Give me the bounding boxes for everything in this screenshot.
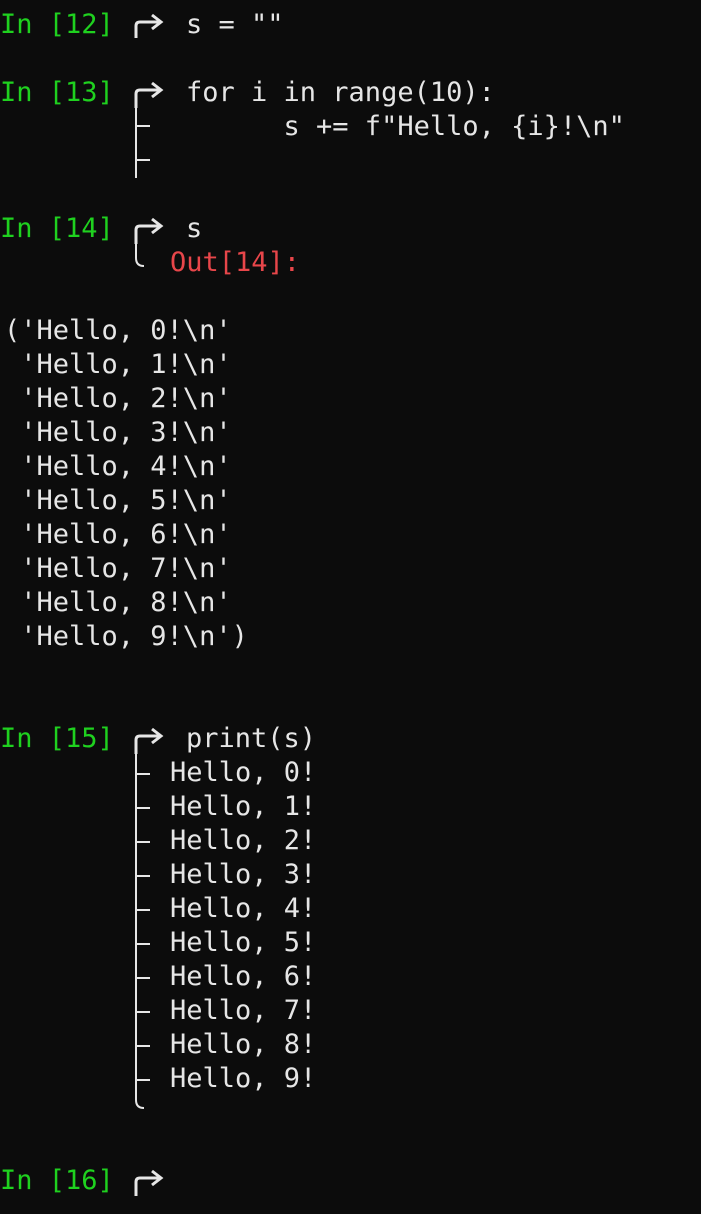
code-line[interactable]: s = "" [186,8,284,42]
ipython-terminal[interactable]: In [12] s = "" In [13] for i in range(10… [0,0,701,1214]
in-prompt-14: In [14] [0,213,114,244]
stdout-line: Hello, 3! [170,859,317,890]
arrow-right-curved-icon [134,217,164,244]
stdout-line: Hello, 0! [170,757,317,788]
arrow-right-curved-icon [134,81,164,108]
in-prompt-16: In [16] [0,1165,114,1196]
output-line: 'Hello, 3!\n' [4,417,232,448]
stdout-line: Hello, 8! [170,1029,317,1060]
output-line: ('Hello, 0!\n' [4,315,232,346]
arrow-right-curved-icon [134,13,164,38]
stdout-line: Hello, 7! [170,995,317,1026]
output-line: 'Hello, 6!\n' [4,519,232,550]
stdout-line: Hello, 6! [170,961,317,992]
tree-branch-icon [135,244,145,267]
output-line: 'Hello, 9!\n') [4,621,248,652]
in-prompt-13: In [13] [0,77,114,108]
output-line: 'Hello, 2!\n' [4,383,232,414]
stdout-line: Hello, 9! [170,1063,317,1094]
stdout-line: Hello, 1! [170,791,317,822]
code-input-line[interactable] [186,1164,666,1198]
arrow-right-curved-icon [134,1169,164,1196]
arrow-right-curved-icon [134,727,164,754]
code-line[interactable]: for i in range(10): [186,76,495,110]
output-line: 'Hello, 5!\n' [4,485,232,516]
output-line: 'Hello, 1!\n' [4,349,232,380]
tree-branch-icon [135,106,150,178]
output-line: 'Hello, 7!\n' [4,553,232,584]
in-prompt-12: In [12] [0,9,114,40]
code-line[interactable]: print(s) [186,722,316,756]
output-line: 'Hello, 8!\n' [4,587,232,618]
code-line[interactable]: s += f"Hello, {i}!\n" [186,110,625,144]
tree-branch-icon [135,752,150,1109]
out-prompt-14: Out[14]: [170,247,301,278]
output-line: 'Hello, 4!\n' [4,451,232,482]
stdout-line: Hello, 5! [170,927,317,958]
in-prompt-15: In [15] [0,723,114,754]
code-line[interactable]: s [186,212,202,246]
stdout-line: Hello, 4! [170,893,317,924]
stdout-line: Hello, 2! [170,825,317,856]
